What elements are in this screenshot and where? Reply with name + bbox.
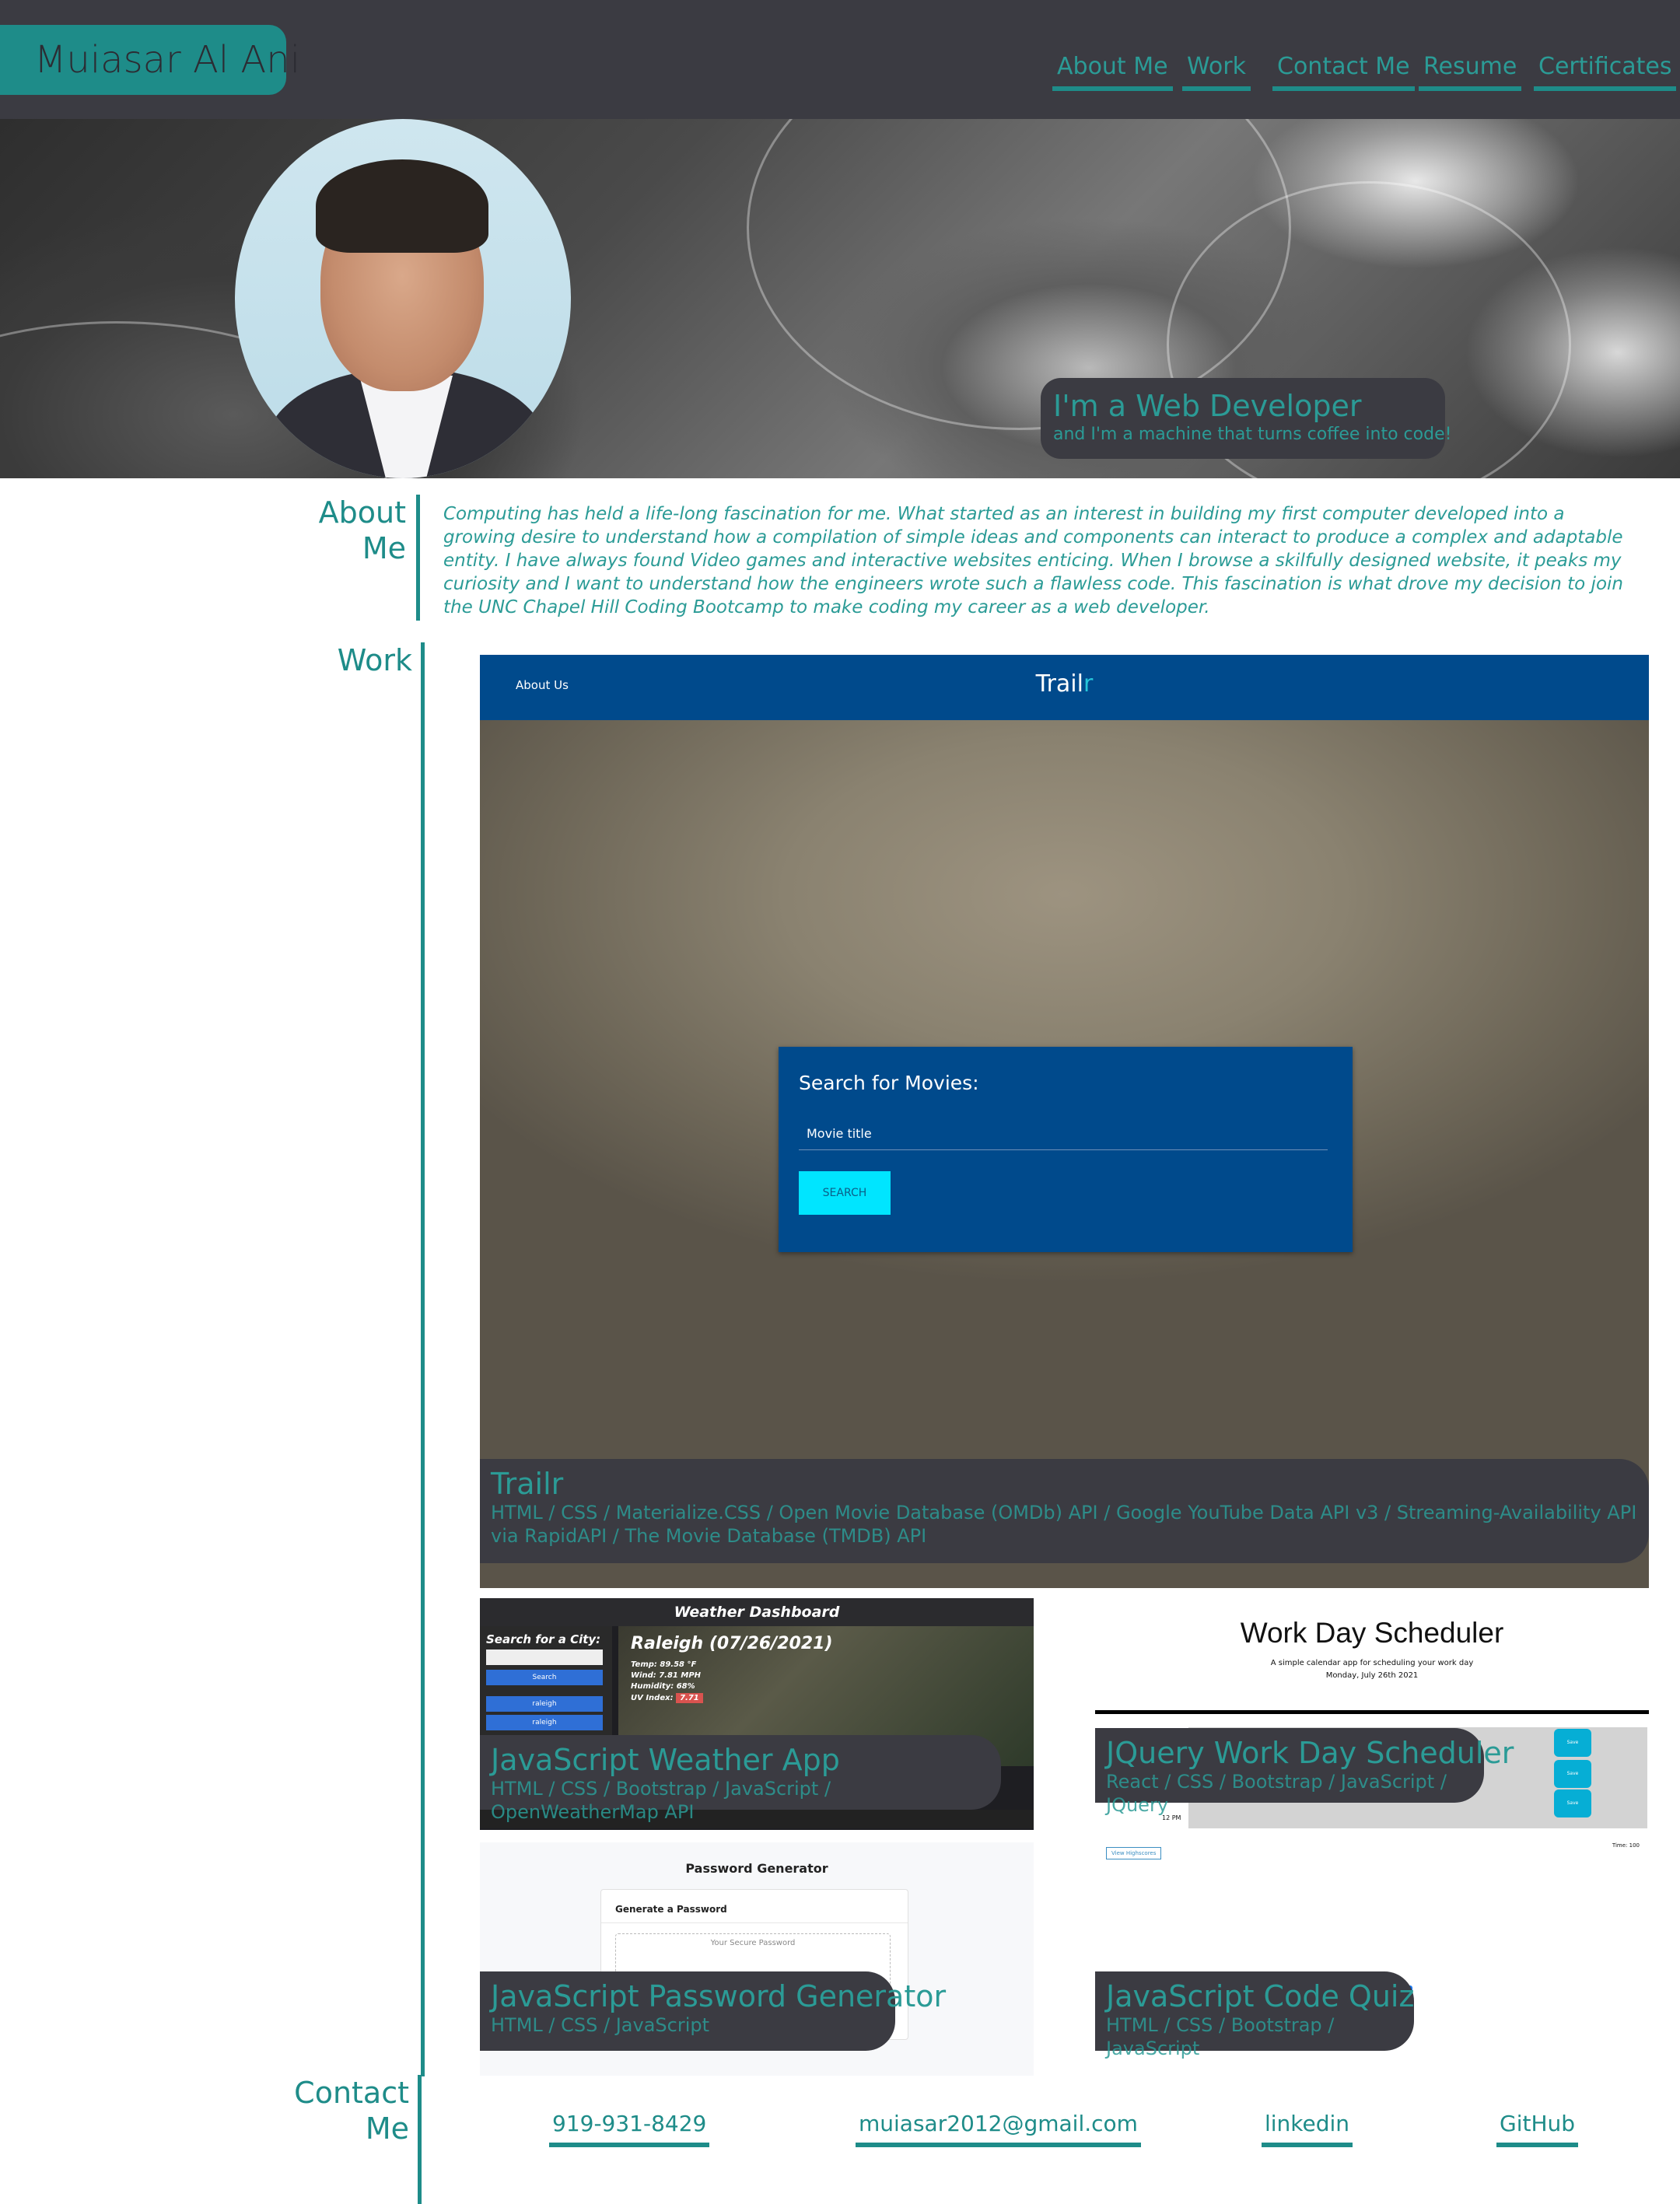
- contact-github-link[interactable]: GitHub: [1496, 2111, 1579, 2147]
- weather-title: Weather Dashboard: [480, 1598, 1034, 1626]
- project-tech-quiz: HTML / CSS / Bootstrap / JavaScript: [1106, 2014, 1335, 2059]
- project-tech-scheduler: React / CSS / Bootstrap / JavaScript / J…: [1106, 1771, 1447, 1816]
- site-header: Muiasar Al Ani About Me Work Contact Me …: [0, 0, 1680, 119]
- weather-search-input: [486, 1650, 603, 1665]
- trailr-brand-accent: r: [1083, 670, 1094, 698]
- scheduler-divider: [1095, 1710, 1649, 1714]
- contact-divider: [418, 2075, 422, 2204]
- nav-resume[interactable]: Resume: [1419, 50, 1522, 91]
- project-tech-trailr: HTML / CSS / Materialize.CSS / Open Movi…: [491, 1502, 1637, 1547]
- project-card-password[interactable]: Password Generator Generate a Password Y…: [480, 1842, 1034, 2076]
- nav-about-me[interactable]: About Me: [1052, 50, 1173, 91]
- scheduler-save-button: Save: [1554, 1729, 1591, 1757]
- scheduler-save-button: Save: [1554, 1760, 1591, 1788]
- password-card-heading: Generate a Password: [615, 1904, 727, 1915]
- scheduler-subtitle: A simple calendar app for scheduling you…: [1270, 1659, 1474, 1667]
- about-heading-line2: Me: [362, 531, 406, 565]
- project-title-trailr: Trailr: [491, 1467, 564, 1501]
- contact-heading: Contact Me: [288, 2075, 409, 2146]
- weather-search-button: Search: [486, 1670, 603, 1685]
- weather-uv: UV Index: 7.71: [631, 1693, 703, 1703]
- weather-uv-value: 7.71: [676, 1693, 703, 1703]
- work-heading: Work: [337, 643, 412, 677]
- hero-banner: I'm a Web Developer and I'm a machine th…: [0, 119, 1680, 478]
- trailr-search-placeholder: Movie title: [807, 1126, 872, 1141]
- contact-heading-line1: Contact: [294, 2076, 409, 2110]
- project-caption-scheduler: JQuery Work Day Scheduler React / CSS / …: [1095, 1728, 1514, 1816]
- weather-uv-label: UV Index:: [631, 1694, 674, 1702]
- trailr-search-heading: Search for Movies:: [799, 1072, 979, 1094]
- trailr-brand-main: Trail: [1035, 670, 1083, 698]
- project-title-password: JavaScript Password Generator: [491, 1979, 947, 2013]
- trailr-navbar: About Us Trailr: [480, 655, 1649, 720]
- trailr-search-button: SEARCH: [799, 1171, 891, 1215]
- photo-hair: [316, 159, 488, 253]
- weather-history-item: raleigh: [486, 1715, 603, 1730]
- project-tech-password: HTML / CSS / JavaScript: [491, 2014, 710, 2036]
- quiz-timer: Time: 100: [1612, 1842, 1640, 1849]
- contact-email-link[interactable]: muiasar2012@gmail.com: [856, 2111, 1141, 2147]
- weather-temp: Temp: 89.58 °F: [631, 1660, 697, 1669]
- scheduler-save-button: Save: [1554, 1789, 1591, 1817]
- trailr-background: Search for Movies: Movie title SEARCH: [480, 720, 1649, 1588]
- about-divider: [416, 495, 420, 621]
- quiz-highscores-link: View Highscores: [1106, 1847, 1162, 1859]
- project-title-quiz: JavaScript Code Quiz: [1106, 1979, 1415, 2013]
- hero-title: I'm a Web Developer: [1053, 389, 1362, 423]
- hero-tagline: I'm a Web Developer and I'm a machine th…: [1041, 378, 1452, 459]
- nav-work[interactable]: Work: [1182, 50, 1251, 91]
- work-divider: [421, 642, 425, 2076]
- trailr-brand: Trailr: [480, 670, 1649, 698]
- weather-humidity: Humidity: 68%: [631, 1682, 695, 1691]
- weather-search-label: Search for a City:: [486, 1632, 601, 1646]
- about-text: Computing has held a life-long fascinati…: [443, 504, 1623, 617]
- contact-heading-line2: Me: [365, 2111, 409, 2146]
- password-card-divider: [601, 1922, 908, 1923]
- weather-city: Raleigh (07/26/2021): [631, 1634, 833, 1653]
- project-caption-trailr: Trailr HTML / CSS / Materialize.CSS / Op…: [480, 1459, 1649, 1563]
- trailr-search-underline: [799, 1149, 1328, 1150]
- nav-certificates[interactable]: Certificates: [1534, 50, 1677, 91]
- about-heading: About Me: [296, 495, 406, 566]
- project-card-trailr[interactable]: About Us Trailr Search for Movies: Movie…: [480, 655, 1649, 1588]
- about-heading-line1: About: [318, 495, 406, 530]
- weather-wind: Wind: 7.81 MPH: [631, 1671, 702, 1680]
- project-caption-quiz: JavaScript Code Quiz HTML / CSS / Bootst…: [1095, 1971, 1415, 2059]
- trailr-search-panel: Search for Movies: Movie title SEARCH: [779, 1047, 1353, 1252]
- site-logo[interactable]: Muiasar Al Ani: [0, 25, 300, 95]
- project-title-scheduler: JQuery Work Day Scheduler: [1106, 1736, 1514, 1770]
- profile-photo: [235, 119, 571, 478]
- project-card-scheduler[interactable]: Work Day Scheduler A simple calendar app…: [1095, 1598, 1649, 1830]
- nav-contact-me[interactable]: Contact Me: [1272, 50, 1415, 91]
- project-caption-weather: JavaScript Weather App HTML / CSS / Boot…: [480, 1735, 1001, 1823]
- weather-history-item: raleigh: [486, 1696, 603, 1712]
- password-title: Password Generator: [685, 1861, 828, 1876]
- hero-subtitle: and I'm a machine that turns coffee into…: [1053, 425, 1452, 444]
- project-caption-password: JavaScript Password Generator HTML / CSS…: [480, 1971, 947, 2051]
- scheduler-title: Work Day Scheduler: [1240, 1617, 1504, 1649]
- project-card-weather[interactable]: Weather Dashboard Search for a City: Sea…: [480, 1598, 1034, 1830]
- project-card-quiz[interactable]: View Highscores Time: 100 JavaScript Cod…: [1095, 1842, 1649, 2076]
- contact-phone-link[interactable]: 919-931-8429: [549, 2111, 710, 2147]
- contact-linkedin-link[interactable]: linkedin: [1262, 2111, 1353, 2147]
- project-tech-weather: HTML / CSS / Bootstrap / JavaScript / Op…: [491, 1778, 831, 1823]
- project-title-weather: JavaScript Weather App: [491, 1743, 840, 1777]
- scheduler-date: Monday, July 26th 2021: [1325, 1671, 1419, 1680]
